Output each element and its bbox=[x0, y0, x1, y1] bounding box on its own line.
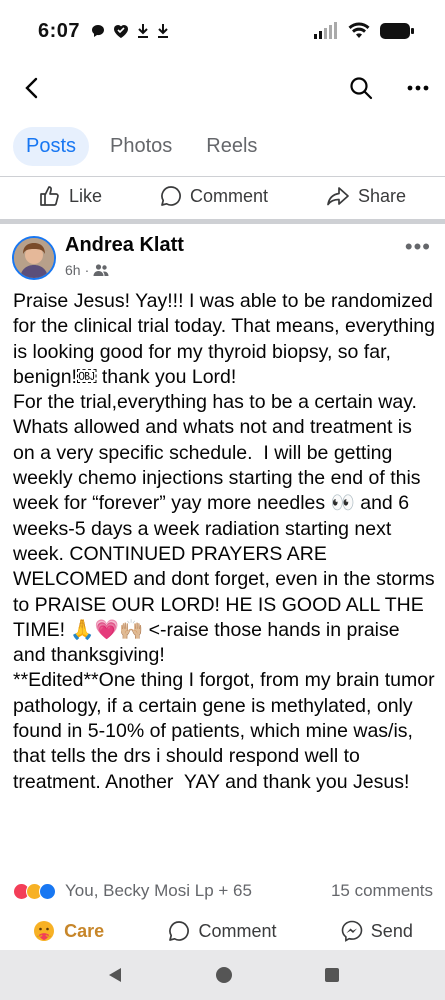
care-emoji-icon bbox=[34, 921, 55, 941]
care-button[interactable]: Care bbox=[32, 919, 104, 943]
search-icon[interactable] bbox=[349, 76, 373, 100]
send-label: Send bbox=[370, 920, 413, 941]
recents-square-icon[interactable] bbox=[324, 967, 340, 983]
comments-count[interactable]: 15 comments bbox=[331, 881, 433, 901]
tab-photos[interactable]: Photos bbox=[97, 127, 185, 166]
like-label: Like bbox=[68, 185, 102, 206]
post-separator bbox=[0, 219, 445, 224]
content-tabs: Posts Photos Reels bbox=[0, 118, 445, 174]
send-button[interactable]: Send bbox=[341, 920, 413, 942]
tab-reels[interactable]: Reels bbox=[193, 127, 270, 166]
avatar[interactable] bbox=[12, 236, 56, 280]
download-icon bbox=[158, 24, 169, 38]
like-button[interactable]: Like bbox=[39, 185, 102, 207]
care-label: Care bbox=[64, 920, 105, 941]
download-icon bbox=[138, 24, 149, 38]
previous-post-actions: Like Comment Share bbox=[0, 174, 445, 218]
more-options-icon[interactable] bbox=[407, 84, 429, 92]
top-navigation bbox=[0, 62, 445, 114]
heart-shield-icon bbox=[114, 25, 129, 38]
post-author[interactable]: Andrea Klatt bbox=[65, 234, 184, 257]
post-text: Praise Jesus! Yay!!! I was able to be ra… bbox=[13, 290, 435, 793]
comment-label: Comment bbox=[198, 920, 277, 941]
tab-posts[interactable]: Posts bbox=[13, 126, 90, 166]
status-time: 6:07 bbox=[38, 19, 81, 42]
reactions-summary[interactable]: You, Becky Mosi Lp + 65 15 comments bbox=[13, 879, 433, 903]
share-arrow-icon bbox=[327, 187, 349, 206]
chat-bubble-icon bbox=[92, 25, 105, 37]
share-button[interactable]: Share bbox=[326, 185, 406, 207]
status-bar: 6:07 bbox=[0, 0, 445, 62]
system-navigation-bar bbox=[0, 950, 445, 1000]
share-label: Share bbox=[357, 185, 406, 206]
meta-separator: · bbox=[84, 262, 90, 278]
back-triangle-icon[interactable] bbox=[106, 966, 124, 984]
home-circle-icon[interactable] bbox=[215, 966, 233, 984]
post-time[interactable]: 6h bbox=[65, 262, 81, 278]
reactions-text: You, Becky Mosi Lp + 65 bbox=[65, 881, 252, 900]
post-header: Andrea Klatt 6h · ••• bbox=[0, 232, 445, 292]
post-actions: Care Comment Send bbox=[0, 913, 445, 949]
comment-bubble-icon bbox=[161, 186, 181, 206]
comment-bubble-icon bbox=[169, 921, 190, 941]
like-reaction-icon bbox=[39, 882, 56, 900]
post-meta: 6h · bbox=[65, 262, 109, 278]
post-options-icon[interactable]: ••• bbox=[405, 234, 431, 260]
messenger-icon bbox=[341, 920, 363, 942]
comment-label: Comment bbox=[189, 185, 268, 206]
thumbs-up-icon bbox=[40, 186, 59, 206]
back-arrow-icon[interactable] bbox=[20, 75, 46, 101]
comment-button[interactable]: Comment bbox=[160, 185, 268, 207]
battery-icon bbox=[380, 23, 414, 39]
friends-icon bbox=[93, 264, 109, 276]
profile-photo-icon bbox=[14, 238, 54, 278]
comment-button[interactable]: Comment bbox=[168, 920, 277, 942]
signal-icon bbox=[314, 22, 337, 39]
reaction-icons bbox=[13, 882, 56, 900]
wifi-icon bbox=[348, 22, 370, 38]
